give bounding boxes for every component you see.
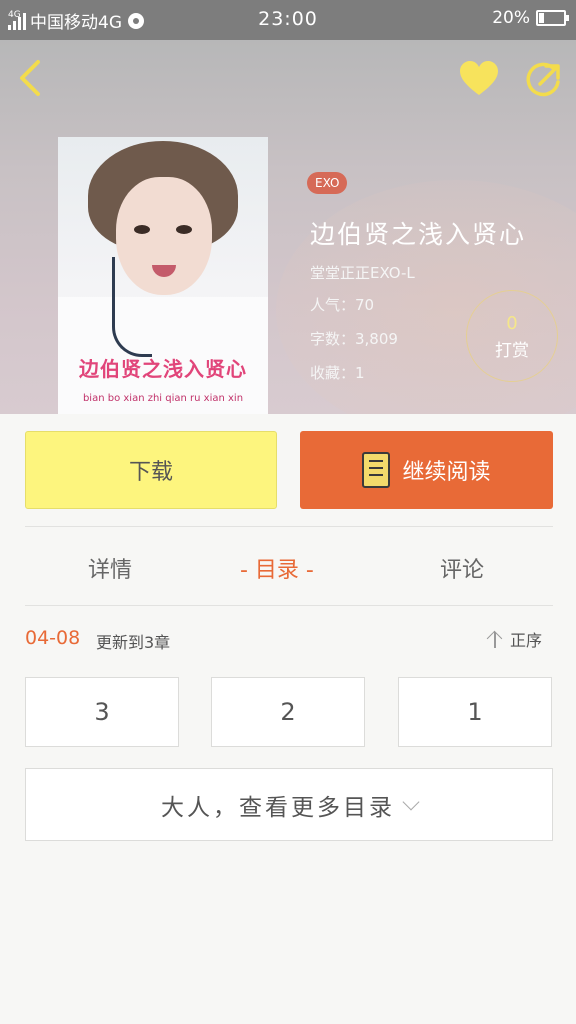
tab-catalog[interactable]: - 目录 - [240, 552, 314, 584]
sort-order-button[interactable]: 正序 [486, 627, 542, 651]
download-label: 下载 [128, 460, 173, 485]
tip-count: 0 [506, 313, 518, 334]
update-status: 更新到3章 [96, 633, 171, 652]
book-header: 边伯贤之浅入贤心 bian bo xian zhi qian ru xian x… [0, 40, 576, 414]
arrow-up-icon [486, 629, 504, 649]
battery-icon [536, 10, 569, 26]
book-cover[interactable]: 边伯贤之浅入贤心 bian bo xian zhi qian ru xian x… [58, 137, 268, 414]
category-tag[interactable]: EXO [307, 172, 348, 194]
sort-order-label: 正序 [510, 631, 543, 650]
chevron-down-icon [402, 793, 420, 810]
tab-comments[interactable]: 评论 [440, 552, 484, 584]
share-icon[interactable] [524, 60, 564, 100]
back-icon[interactable] [14, 58, 48, 98]
status-right: 20% [492, 8, 569, 28]
chapter-item[interactable]: 1 [398, 677, 552, 747]
book-favorites: 收藏：1 [310, 364, 365, 382]
download-button[interactable]: 下载 [25, 431, 277, 509]
book-word-count: 字数：3,809 [310, 330, 398, 348]
view-more-label: 大人，查看更多目录 [161, 794, 395, 821]
chapter-item[interactable]: 3 [25, 677, 179, 747]
tab-details[interactable]: 详情 [88, 552, 132, 584]
book-popularity: 人气：70 [310, 296, 375, 314]
battery-percent: 20% [492, 8, 530, 28]
tip-label: 打赏 [495, 341, 529, 361]
cover-title-art: 边伯贤之浅入贤心 [79, 357, 247, 381]
book-icon [362, 452, 391, 488]
divider [25, 605, 553, 606]
continue-reading-button[interactable]: 继续阅读 [300, 431, 553, 509]
continue-reading-label: 继续阅读 [402, 460, 491, 485]
tip-button[interactable]: 0 打赏 [466, 290, 558, 382]
heart-icon[interactable] [458, 60, 500, 98]
book-author[interactable]: 堂堂正正EXO-L [310, 262, 415, 283]
status-time: 23:00 [258, 8, 318, 30]
cover-pinyin: bian bo xian zhi qian ru xian xin [82, 393, 244, 404]
update-date: 04-08 [25, 627, 81, 649]
view-more-catalog-button[interactable]: 大人，查看更多目录 [25, 768, 553, 841]
chapter-item[interactable]: 2 [211, 677, 365, 747]
status-bar: 4G 中国移动4G 23:00 20% [0, 0, 576, 40]
divider [25, 526, 553, 527]
book-title: 边伯贤之浅入贤心 [310, 220, 527, 249]
